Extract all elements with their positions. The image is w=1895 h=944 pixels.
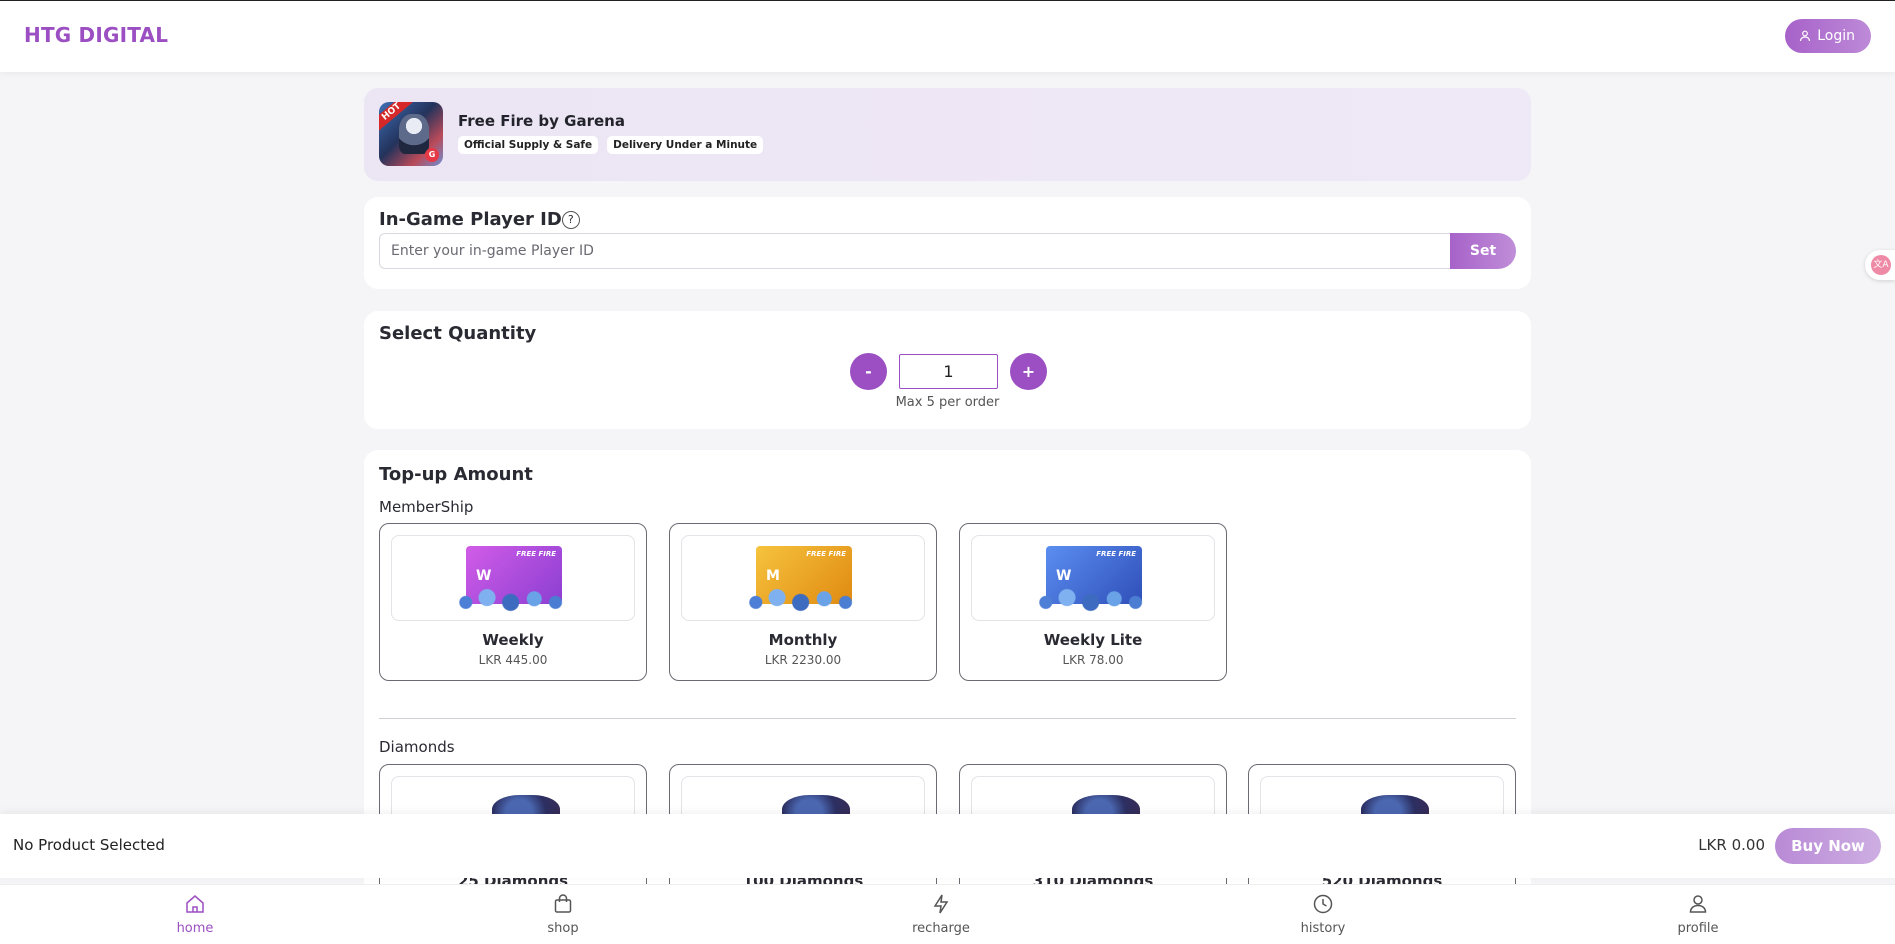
product-card-weekly-lite[interactable]: FREE FIRE W Weekly Lite LKR 78.00 xyxy=(959,523,1227,681)
purchase-bar: No Product Selected LKR 0.00 Buy Now xyxy=(0,814,1895,878)
product-image: FREE FIRE M xyxy=(681,535,925,621)
product-price: LKR 78.00 xyxy=(1062,653,1124,667)
section-divider xyxy=(379,718,1516,719)
home-icon xyxy=(186,895,204,913)
chip-delivery-time: Delivery Under a Minute xyxy=(607,136,764,154)
buy-now-button[interactable]: Buy Now xyxy=(1775,828,1881,864)
game-chips: Official Supply & Safe Delivery Under a … xyxy=(458,136,764,154)
translate-button[interactable]: 文A xyxy=(1865,250,1895,280)
brand-logo[interactable]: HTG DIGITAL xyxy=(24,23,168,47)
quantity-stepper: - + xyxy=(850,353,1047,390)
player-id-card: In-Game Player ID? Set xyxy=(364,197,1531,289)
game-info-card: HOT G Free Fire by Garena Official Suppl… xyxy=(364,88,1531,181)
product-price: LKR 445.00 xyxy=(478,653,548,667)
quantity-limit-note: Max 5 per order xyxy=(895,395,1000,410)
product-price: LKR 2230.00 xyxy=(764,653,842,667)
user-icon xyxy=(1800,30,1811,42)
clock-icon xyxy=(1313,894,1333,914)
game-icon: HOT G xyxy=(379,102,443,166)
nav-label: shop xyxy=(547,921,579,936)
nav-item-history[interactable]: history xyxy=(1283,893,1363,936)
product-image: FREE FIRE W xyxy=(971,535,1215,621)
nav-label: history xyxy=(1300,921,1346,936)
game-name: Free Fire by Garena xyxy=(458,112,625,130)
topup-title: Top-up Amount xyxy=(379,464,533,485)
total-price: LKR 0.00 xyxy=(1698,836,1765,854)
quantity-title: Select Quantity xyxy=(379,323,537,344)
player-id-title-text: In-Game Player ID xyxy=(379,209,562,230)
bag-icon xyxy=(554,894,572,913)
increase-quantity-button[interactable]: + xyxy=(1010,353,1047,390)
card-letter: W xyxy=(476,568,492,584)
product-name: Weekly xyxy=(482,631,544,649)
nav-item-home[interactable]: home xyxy=(155,893,235,936)
garena-logo-icon: G xyxy=(425,148,439,162)
chip-official-supply: Official Supply & Safe xyxy=(458,136,599,154)
product-card-monthly[interactable]: FREE FIRE M Monthly LKR 2230.00 xyxy=(669,523,937,681)
selected-product-status: No Product Selected xyxy=(13,836,165,854)
nav-label: recharge xyxy=(912,921,970,936)
quantity-card: Select Quantity - + Max 5 per order xyxy=(364,311,1531,429)
nav-label: profile xyxy=(1677,921,1719,936)
game-character-art xyxy=(399,114,429,154)
bottom-navigation: home shop recharge history profile xyxy=(0,884,1895,944)
login-label: Login xyxy=(1817,28,1855,44)
diamonds-art xyxy=(744,588,862,612)
product-name: Monthly xyxy=(768,631,838,649)
nav-label: home xyxy=(176,921,214,936)
diamonds-art xyxy=(1034,588,1152,612)
user-icon xyxy=(1689,895,1707,913)
player-id-title: In-Game Player ID? xyxy=(379,209,580,230)
card-letter: M xyxy=(766,568,780,584)
diamonds-art xyxy=(454,588,572,612)
membership-label: MemberShip xyxy=(379,498,474,516)
top-header: HTG DIGITAL Login xyxy=(0,1,1895,72)
nav-item-profile[interactable]: profile xyxy=(1658,893,1738,936)
login-button[interactable]: Login xyxy=(1785,19,1871,53)
diamonds-label: Diamonds xyxy=(379,738,455,756)
help-icon[interactable]: ? xyxy=(561,211,580,229)
player-id-input[interactable] xyxy=(379,233,1451,269)
product-name: Weekly Lite xyxy=(1043,631,1143,649)
nav-item-recharge[interactable]: recharge xyxy=(901,893,981,936)
translate-icon: 文A xyxy=(1871,255,1891,275)
bolt-icon xyxy=(933,894,949,914)
quantity-input[interactable] xyxy=(899,354,998,389)
set-player-id-button[interactable]: Set xyxy=(1450,233,1516,269)
decrease-quantity-button[interactable]: - xyxy=(850,353,887,390)
product-image: FREE FIRE W xyxy=(391,535,635,621)
product-card-weekly[interactable]: FREE FIRE W Weekly LKR 445.00 xyxy=(379,523,647,681)
card-letter: W xyxy=(1056,568,1072,584)
nav-item-shop[interactable]: shop xyxy=(523,893,603,936)
